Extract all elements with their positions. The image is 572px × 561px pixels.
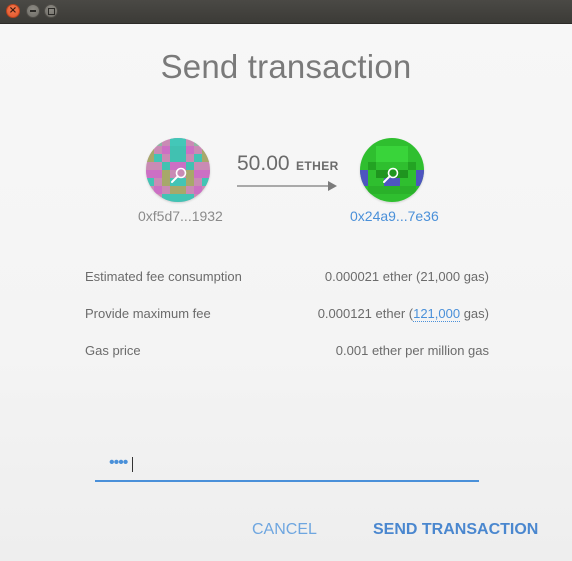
search-icon	[171, 167, 187, 183]
transfer-amount: 50.00 ETHER	[237, 152, 339, 176]
page-title: Send transaction	[160, 48, 412, 85]
window-titlebar: ×	[0, 0, 572, 24]
minimize-icon	[30, 10, 36, 12]
window-minimize-button[interactable]	[26, 4, 40, 18]
estimated-fee-row: Estimated fee consumption 0.000021 ether…	[85, 269, 489, 287]
password-input[interactable]: ••••	[95, 452, 479, 482]
window-maximize-button[interactable]	[44, 4, 58, 18]
arrow-right-icon	[237, 181, 337, 191]
max-fee-value-suffix: gas)	[460, 306, 489, 321]
max-fee-value: 0.000121 ether (121,000 gas)	[317, 306, 489, 322]
estimated-fee-value: 0.000021 ether (21,000 gas)	[324, 269, 489, 284]
to-account-avatar[interactable]	[360, 138, 424, 202]
text-caret	[132, 457, 133, 472]
maximize-icon	[47, 7, 55, 15]
max-fee-row: Provide maximum fee 0.000121 ether (121,…	[85, 306, 489, 324]
from-address[interactable]: 0xf5d7...1932	[138, 208, 223, 224]
password-masked-value: ••••	[109, 454, 128, 471]
max-gas-link[interactable]: 121,000	[413, 306, 461, 322]
cancel-button[interactable]: CANCEL	[252, 521, 317, 539]
close-icon: ×	[8, 5, 18, 16]
send-transaction-button[interactable]: SEND TRANSACTION	[373, 521, 538, 539]
gas-price-row: Gas price 0.001 ether per million gas	[85, 343, 489, 361]
max-fee-value-prefix: 0.000121 ether (	[317, 306, 414, 321]
amount-unit: ETHER	[296, 159, 339, 173]
to-address[interactable]: 0x24a9...7e36	[350, 208, 439, 224]
estimated-fee-label: Estimated fee consumption	[85, 269, 242, 284]
amount-value: 50.00	[237, 152, 290, 175]
from-account-avatar[interactable]	[146, 138, 210, 202]
send-transaction-dialog: Send transaction 0xf5d7...1932 50.00 ETH…	[0, 24, 572, 561]
gas-price-label: Gas price	[85, 343, 141, 358]
max-fee-label: Provide maximum fee	[85, 306, 211, 321]
window-close-button[interactable]: ×	[6, 4, 20, 18]
search-icon	[383, 167, 399, 183]
gas-price-value: 0.001 ether per million gas	[335, 343, 489, 358]
